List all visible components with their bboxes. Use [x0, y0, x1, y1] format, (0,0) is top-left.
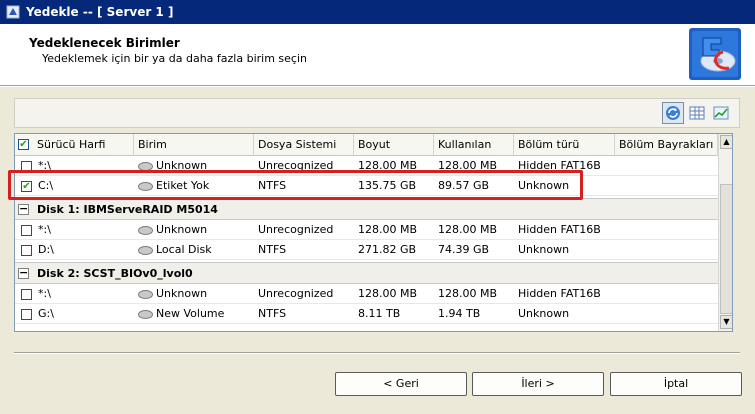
cell-flags [615, 176, 718, 196]
cell-size: 8.11 TB [358, 307, 401, 320]
cell-type: Hidden FAT16B [518, 159, 601, 172]
disk-group-label: Disk 1: IBMServeRAID M5014 [37, 203, 218, 216]
grid-view-button[interactable] [686, 102, 708, 124]
table-row[interactable]: *:\ Unknown Unrecognized 128.00 MB 128.0… [15, 284, 718, 304]
header-subtitle: Yedeklemek için bir ya da daha fazla bir… [42, 52, 307, 65]
cell-used: 1.94 TB [438, 307, 481, 320]
cell-used: 74.39 GB [438, 243, 490, 256]
disk-icon [138, 245, 153, 255]
cell-drive: *:\ [38, 159, 51, 172]
cell-type: Unknown [518, 179, 570, 192]
disk-icon [138, 161, 153, 171]
disk-group-header[interactable]: − Disk 2: SCST_BIOv0_lvol0 [15, 262, 718, 284]
scroll-up-arrow[interactable]: ▲ [720, 135, 732, 149]
cell-volume: Unknown [134, 156, 254, 176]
window-title: Yedekle -- [ Server 1 ] [26, 5, 174, 19]
cell-drive: *:\ [38, 287, 51, 300]
row-checkbox[interactable] [21, 289, 32, 300]
vertical-scrollbar[interactable]: ▲ ▼ [718, 134, 732, 331]
cell-fs: NTFS [258, 179, 287, 192]
cell-volume: New Volume [134, 304, 254, 324]
cell-fs: Unrecognized [258, 223, 334, 236]
cell-volume: Etiket Yok [134, 176, 254, 196]
cell-size: 128.00 MB [358, 159, 418, 172]
wizard-header: Yedeklenecek Birimler Yedeklemek için bi… [0, 24, 755, 86]
header-title: Yedeklenecek Birimler [29, 36, 180, 50]
table-row[interactable]: ✔ C:\ Etiket Yok NTFS 135.75 GB 89.57 GB… [15, 176, 718, 196]
table-row[interactable]: D:\ Local Disk NTFS 271.82 GB 74.39 GB U… [15, 240, 718, 260]
refresh-button[interactable] [662, 102, 684, 124]
cell-drive: D:\ [38, 243, 54, 256]
cell-volume: Unknown [134, 220, 254, 240]
cell-used: 128.00 MB [438, 223, 498, 236]
row-checkbox[interactable] [21, 161, 32, 172]
window-titlebar[interactable]: Yedekle -- [ Server 1 ] [0, 0, 755, 24]
cell-flags [615, 156, 718, 176]
volume-table: ✔ Sürücü Harfi Birim Dosya Sistemi Boyut… [14, 133, 733, 332]
back-button[interactable]: < Geri [335, 372, 467, 396]
col-size[interactable]: Boyut [354, 134, 434, 156]
row-checkbox[interactable]: ✔ [21, 181, 32, 192]
row-checkbox[interactable] [21, 225, 32, 236]
cancel-button[interactable]: İptal [610, 372, 742, 396]
footer-divider [14, 352, 740, 354]
next-button[interactable]: İleri > [472, 372, 604, 396]
collapse-toggle[interactable]: − [18, 203, 29, 215]
cell-volume: Unknown [134, 284, 254, 304]
cell-type: Hidden FAT16B [518, 287, 601, 300]
cell-fs: NTFS [258, 307, 287, 320]
cell-size: 135.75 GB [358, 179, 417, 192]
table-row[interactable]: *:\ Unknown Unrecognized 128.00 MB 128.0… [15, 156, 718, 176]
disk-group-label: Disk 2: SCST_BIOv0_lvol0 [37, 267, 193, 280]
row-checkbox[interactable] [21, 309, 32, 320]
cell-fs: Unrecognized [258, 159, 334, 172]
cell-drive: G:\ [38, 307, 54, 320]
backup-logo-icon [689, 28, 741, 80]
cell-used: 89.57 GB [438, 179, 490, 192]
cell-fs: NTFS [258, 243, 287, 256]
cell-volume: Local Disk [134, 240, 254, 260]
table-header: ✔ Sürücü Harfi Birim Dosya Sistemi Boyut… [15, 134, 718, 156]
cell-flags [615, 284, 718, 304]
cell-flags [615, 304, 718, 324]
col-volume[interactable]: Birim [134, 134, 254, 156]
col-partition-flags[interactable]: Bölüm Bayrakları [615, 134, 718, 156]
table-row[interactable]: *:\ Unknown Unrecognized 128.00 MB 128.0… [15, 220, 718, 240]
cell-size: 128.00 MB [358, 287, 418, 300]
col-file-system[interactable]: Dosya Sistemi [254, 134, 354, 156]
cell-drive: C:\ [38, 179, 54, 192]
cell-type: Hidden FAT16B [518, 223, 601, 236]
cell-size: 271.82 GB [358, 243, 417, 256]
collapse-toggle[interactable]: − [18, 267, 29, 279]
disk-icon [138, 289, 153, 299]
select-all-checkbox[interactable]: ✔ [18, 139, 29, 150]
table-row[interactable]: G:\ New Volume NTFS 8.11 TB 1.94 TB Unkn… [15, 304, 718, 324]
disk-icon [138, 225, 153, 235]
row-checkbox[interactable] [21, 245, 32, 256]
scroll-thumb[interactable] [720, 184, 732, 314]
cell-used: 128.00 MB [438, 287, 498, 300]
cell-drive: *:\ [38, 223, 51, 236]
col-drive-letter[interactable]: ✔ Sürücü Harfi [15, 134, 134, 156]
chart-view-button[interactable] [710, 102, 732, 124]
cell-flags [615, 220, 718, 240]
disk-group-header[interactable]: − Disk 1: IBMServeRAID M5014 [15, 198, 718, 220]
disk-icon [138, 181, 153, 191]
scroll-down-arrow[interactable]: ▼ [720, 315, 732, 329]
cell-flags [615, 240, 718, 260]
cell-used: 128.00 MB [438, 159, 498, 172]
cell-type: Unknown [518, 243, 570, 256]
cell-type: Unknown [518, 307, 570, 320]
disk-icon [138, 309, 153, 319]
col-partition-type[interactable]: Bölüm türü [514, 134, 615, 156]
grid-view-icon [689, 106, 705, 120]
app-icon [6, 5, 20, 19]
cell-fs: Unrecognized [258, 287, 334, 300]
view-toolbar [14, 98, 740, 128]
chart-view-icon [713, 106, 729, 120]
col-used[interactable]: Kullanılan [434, 134, 514, 156]
cell-size: 128.00 MB [358, 223, 418, 236]
refresh-icon [666, 106, 680, 120]
